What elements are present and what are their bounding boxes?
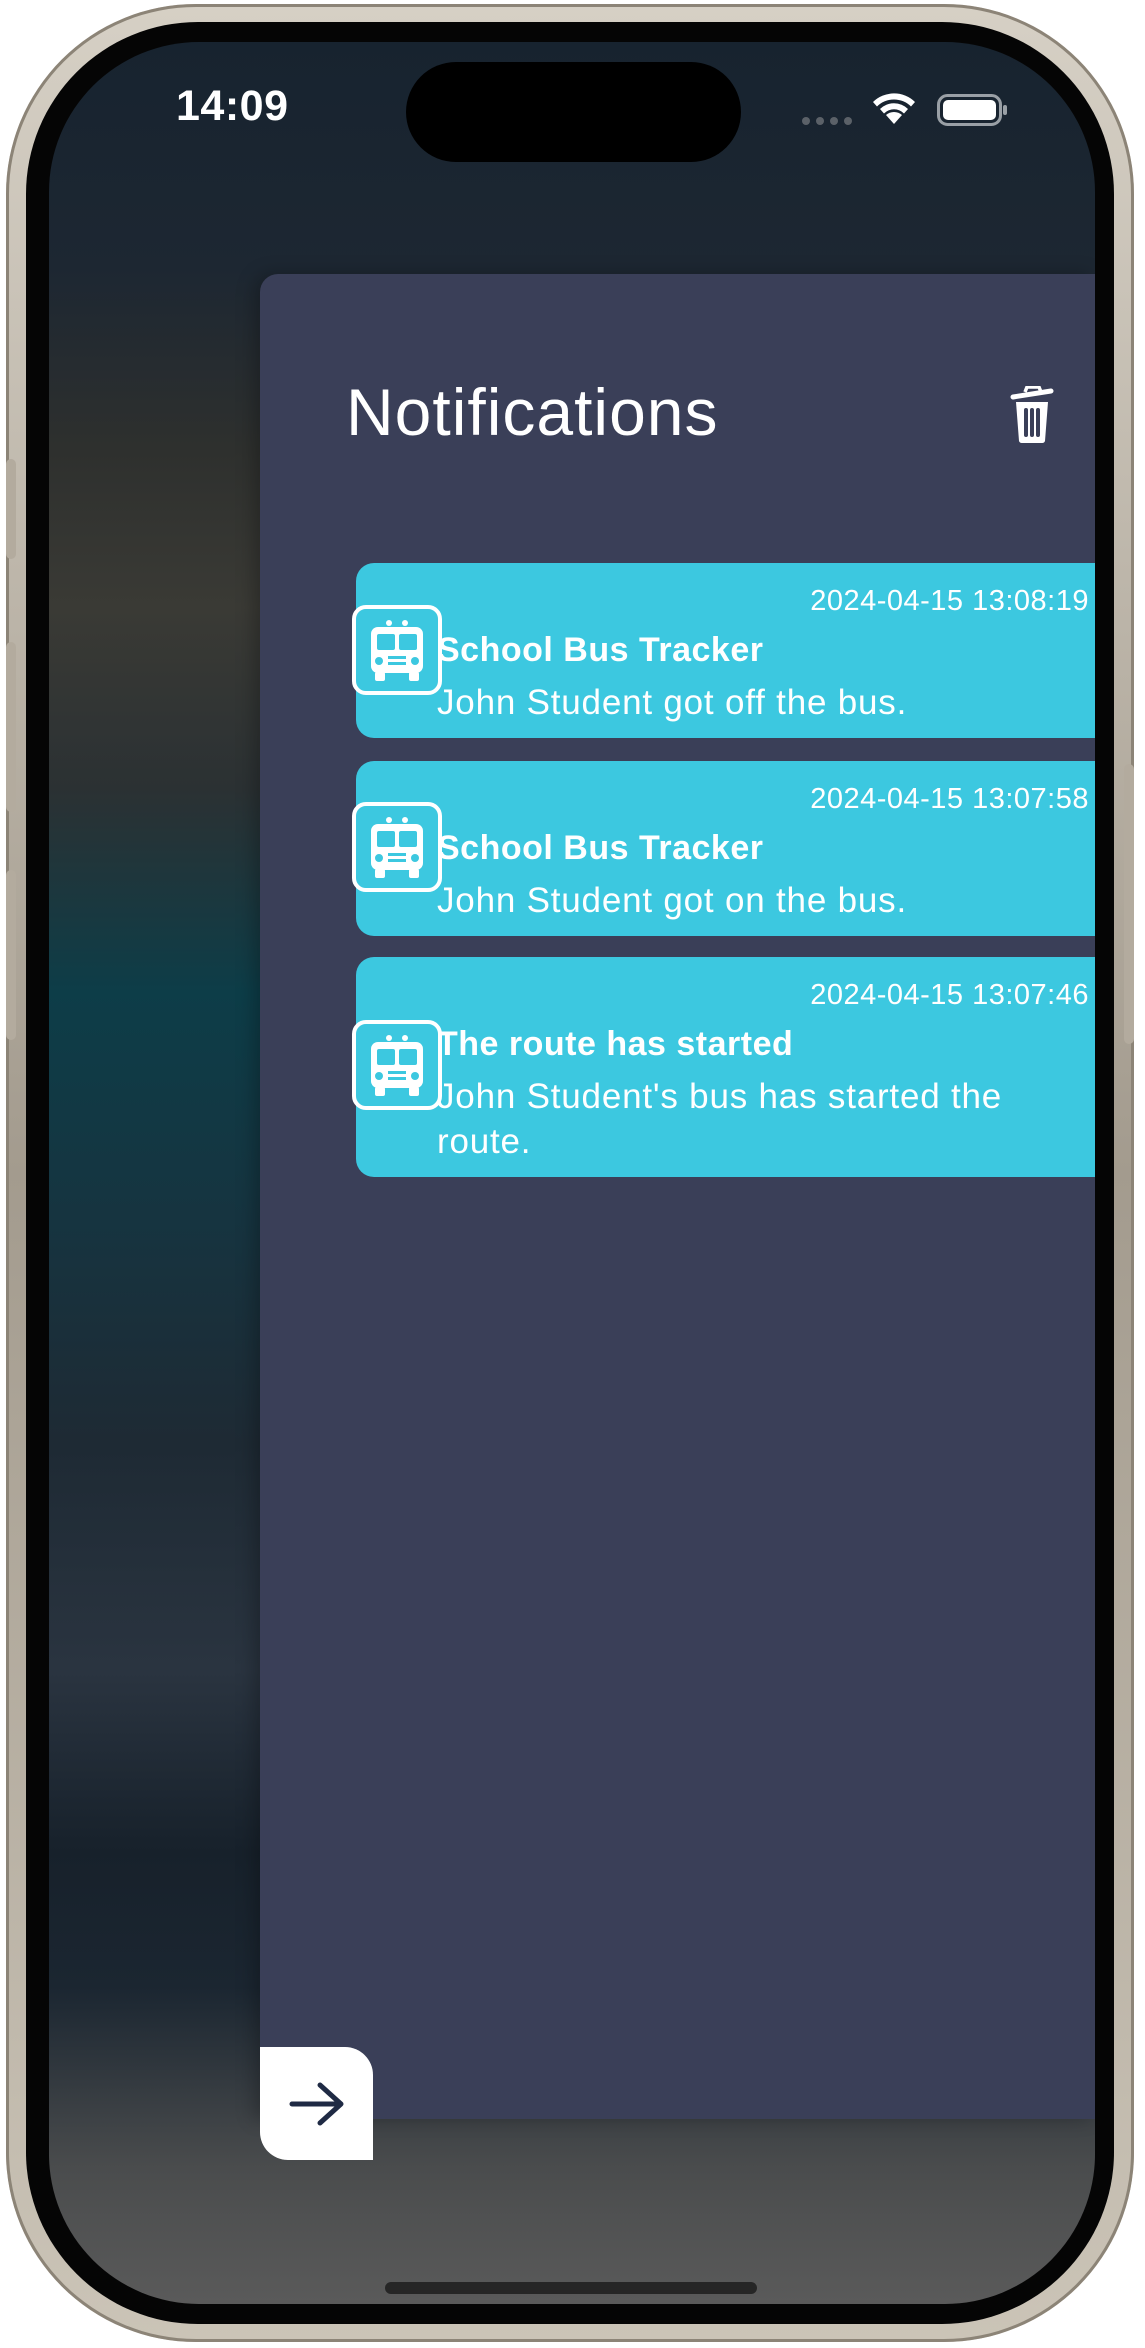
notification-title: School Bus Tracker xyxy=(437,829,764,867)
notifications-drawer: Notifications 2024-04-15 13:08:19 School… xyxy=(260,274,1095,2160)
notification-card[interactable]: 2024-04-15 13:08:19 School Bus Tracker J… xyxy=(356,563,1095,738)
school-bus-icon xyxy=(352,605,442,695)
status-time: 14:09 xyxy=(176,82,289,130)
trash-icon[interactable] xyxy=(1010,386,1054,444)
notification-timestamp: 2024-04-15 13:07:46 xyxy=(810,979,1089,1011)
battery-icon xyxy=(937,94,1007,126)
notification-card[interactable]: 2024-04-15 13:07:46 The route has starte… xyxy=(356,957,1095,1177)
screen: 14:09 Notifications 2024-04-15 13:08:19 … xyxy=(49,42,1095,2304)
volume-down-button xyxy=(6,870,16,1040)
school-bus-icon xyxy=(352,802,442,892)
notification-body: John Student's bus has started the route… xyxy=(437,1077,1003,1161)
notification-body: John Student got off the bus. xyxy=(437,683,908,722)
notification-title: The route has started xyxy=(437,1025,794,1063)
home-indicator[interactable] xyxy=(385,2282,757,2294)
notification-timestamp: 2024-04-15 13:08:19 xyxy=(810,585,1089,617)
school-bus-icon xyxy=(352,1020,442,1110)
close-drawer-button[interactable] xyxy=(260,2047,373,2160)
notification-timestamp: 2024-04-15 13:07:58 xyxy=(810,783,1089,815)
notification-card[interactable]: 2024-04-15 13:07:58 School Bus Tracker J… xyxy=(356,761,1095,936)
page-title: Notifications xyxy=(346,375,719,449)
wifi-icon xyxy=(873,93,915,124)
dynamic-island xyxy=(406,62,741,162)
notification-title: School Bus Tracker xyxy=(437,631,764,669)
power-button xyxy=(1124,764,1134,1044)
signal-dots-icon xyxy=(802,117,852,125)
arrow-right-icon xyxy=(289,2082,343,2125)
notification-body: John Student got on the bus. xyxy=(437,881,907,920)
volume-up-button xyxy=(6,642,16,812)
action-button xyxy=(6,459,16,559)
